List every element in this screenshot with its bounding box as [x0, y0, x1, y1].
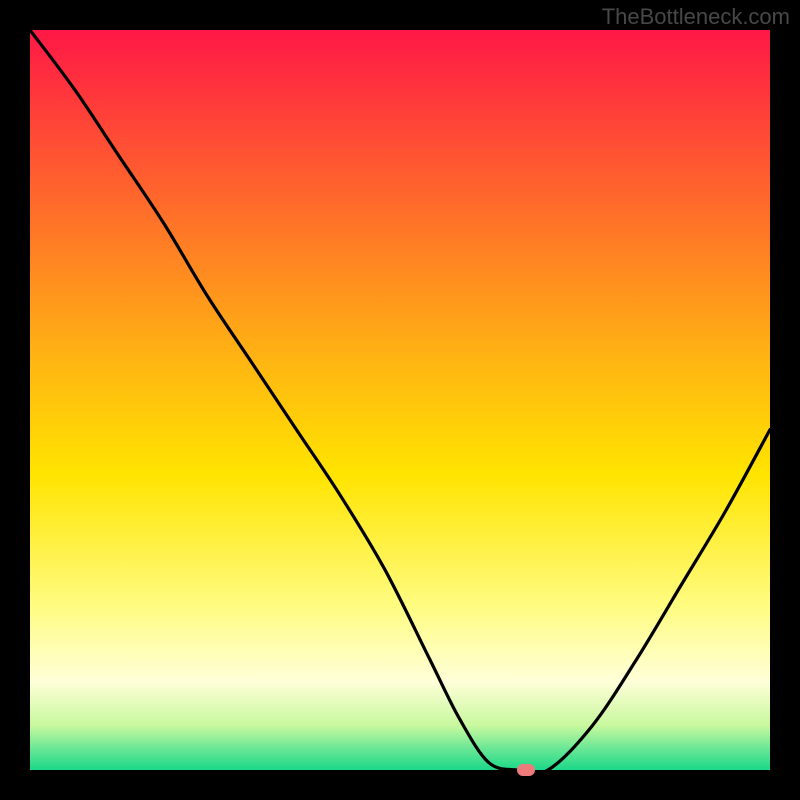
watermark-text: TheBottleneck.com — [602, 4, 790, 30]
plot-area — [30, 30, 770, 770]
curve-line — [30, 30, 770, 770]
optimal-marker — [517, 764, 535, 776]
